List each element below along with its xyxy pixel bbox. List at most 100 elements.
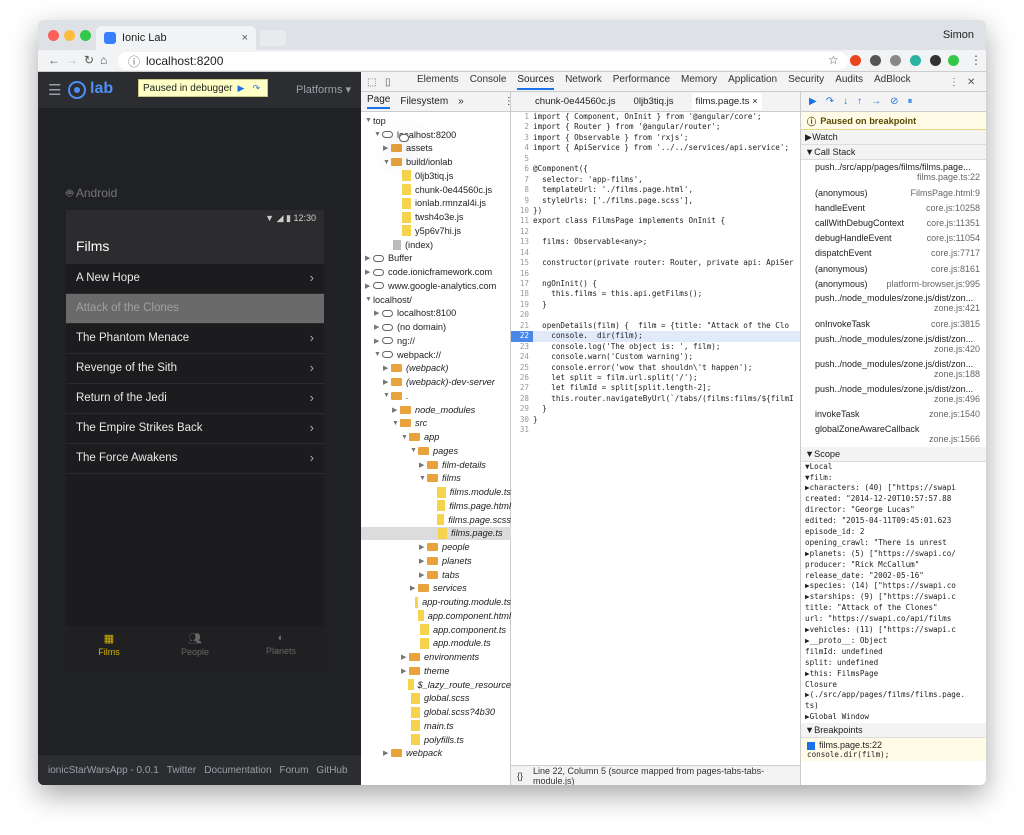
- editor-tab-0ljb3tiq[interactable]: 0ljb3tiq.js: [634, 96, 674, 107]
- expand-arrow-icon[interactable]: ▼: [419, 475, 427, 482]
- code-line[interactable]: 3 import { Observable } from 'rxjs';: [511, 133, 800, 143]
- call-frame[interactable]: push../node_modules/zone.js/dist/zon... z…: [801, 291, 986, 316]
- expand-arrow-icon[interactable]: ▼: [392, 420, 400, 427]
- tab-console[interactable]: Console: [470, 74, 507, 90]
- tab-filesystem[interactable]: Filesystem: [400, 96, 448, 107]
- line-number[interactable]: 5: [511, 154, 533, 164]
- code-line[interactable]: 17 ngOnInit() {: [511, 279, 800, 289]
- scope-line[interactable]: ▶species: (14) ["https://swapi.co: [801, 581, 986, 592]
- line-number[interactable]: 21: [511, 321, 533, 331]
- tab-application[interactable]: Application: [728, 74, 777, 90]
- resume-icon[interactable]: ▶: [238, 83, 248, 93]
- expand-arrow-icon[interactable]: ▶: [419, 557, 427, 565]
- tree-item[interactable]: films.module.ts: [361, 485, 511, 499]
- tree-item[interactable]: ▶ (no domain): [361, 320, 511, 334]
- hamburger-menu-icon[interactable]: ☰: [48, 81, 61, 99]
- resume-icon[interactable]: ▶: [809, 96, 817, 107]
- tree-item[interactable]: ▶ film-details: [361, 458, 511, 472]
- tree-item[interactable]: global.scss: [361, 692, 511, 706]
- code-line[interactable]: 31: [511, 425, 800, 435]
- tree-item[interactable]: ▼ top: [361, 114, 511, 142]
- call-frame[interactable]: invokeTask zone.js:1540: [801, 407, 986, 422]
- expand-arrow-icon[interactable]: ▶: [401, 653, 409, 661]
- extension-icon[interactable]: [890, 55, 901, 66]
- scope-line[interactable]: release_date: "2002-05-16": [801, 571, 986, 582]
- step-icon[interactable]: →: [871, 96, 881, 107]
- minimize-window-button[interactable]: [64, 30, 75, 41]
- call-frame[interactable]: push../node_modules/zone.js/dist/zon... z…: [801, 332, 986, 357]
- expand-arrow-icon[interactable]: ▶: [392, 406, 400, 414]
- home-icon[interactable]: ⌂: [100, 53, 107, 67]
- film-item[interactable]: The Phantom Menace ›: [66, 324, 324, 354]
- tree-item[interactable]: ▼ src: [361, 417, 511, 431]
- call-frame[interactable]: (anonymous) platform-browser.js:995: [801, 276, 986, 291]
- breakpoint-checkbox[interactable]: [807, 741, 815, 750]
- line-number[interactable]: 15: [511, 258, 533, 268]
- tree-item[interactable]: main.ts: [361, 719, 511, 733]
- expand-arrow-icon[interactable]: ▶: [401, 667, 409, 675]
- devtools-menu-icon[interactable]: ⋮: [949, 77, 959, 88]
- devtools-close-icon[interactable]: ✕: [967, 77, 975, 88]
- expand-arrow-icon[interactable]: ▶: [383, 144, 391, 152]
- tree-item[interactable]: ▶ (webpack): [361, 362, 511, 376]
- breakpoint-item[interactable]: films.page.ts:22 console.dir(film);: [801, 738, 986, 762]
- back-arrow-icon[interactable]: ←: [48, 53, 60, 67]
- more-tabs-chevron[interactable]: »: [458, 96, 464, 107]
- profile-name[interactable]: Simon: [943, 29, 974, 41]
- tree-item[interactable]: ▼ app: [361, 430, 511, 444]
- line-number[interactable]: 25: [511, 363, 533, 373]
- expand-arrow-icon[interactable]: ▶: [419, 571, 427, 579]
- forum-link[interactable]: Forum: [280, 765, 309, 776]
- expand-arrow-icon[interactable]: ▶: [383, 749, 391, 757]
- expand-arrow-icon[interactable]: ▶: [365, 254, 373, 262]
- tab-people[interactable]: 👥︎ People: [152, 626, 238, 672]
- call-frame[interactable]: (anonymous) FilmsPage.html:9: [801, 185, 986, 200]
- code-line[interactable]: 24 console.warn('Custom warning');: [511, 352, 800, 362]
- tree-item[interactable]: app-routing.module.ts: [361, 595, 511, 609]
- line-number[interactable]: 7: [511, 175, 533, 185]
- film-item[interactable]: Revenge of the Sith ›: [66, 354, 324, 384]
- step-over-icon[interactable]: ↷: [826, 96, 834, 107]
- tab-performance[interactable]: Performance: [613, 74, 670, 90]
- scope-line[interactable]: title: "Attack of the Clones": [801, 603, 986, 614]
- call-frame[interactable]: debugHandleEvent core.js:11054: [801, 231, 986, 246]
- expand-arrow-icon[interactable]: ▼: [365, 296, 373, 303]
- scope-line[interactable]: producer: "Rick McCallum": [801, 560, 986, 571]
- tree-item[interactable]: chunk-0e44560c.js: [361, 183, 511, 197]
- line-number[interactable]: 1: [511, 112, 533, 122]
- line-number[interactable]: 27: [511, 383, 533, 393]
- code-line[interactable]: 19 }: [511, 300, 800, 310]
- code-line[interactable]: 16: [511, 269, 800, 279]
- tree-item[interactable]: ▶ ng://: [361, 334, 511, 348]
- expand-arrow-icon[interactable]: ▶: [419, 543, 427, 551]
- expand-arrow-icon[interactable]: ▶: [374, 323, 382, 331]
- code-line[interactable]: 7 selector: 'app-films',: [511, 175, 800, 185]
- tree-item[interactable]: ▼ pages: [361, 444, 511, 458]
- code-line[interactable]: 12: [511, 227, 800, 237]
- expand-arrow-icon[interactable]: ▶: [410, 584, 418, 592]
- film-item[interactable]: A New Hope ›: [66, 264, 324, 294]
- new-tab-button[interactable]: [260, 30, 286, 46]
- tree-item[interactable]: app.module.ts: [361, 637, 511, 651]
- tree-item[interactable]: y5p6v7hi.js: [361, 224, 511, 238]
- code-line[interactable]: 22 console. dir(film);: [511, 331, 800, 342]
- scope-line[interactable]: created: "2014-12-20T10:57:57.88: [801, 494, 986, 505]
- code-line[interactable]: 2 import { Router } from '@angular/router…: [511, 122, 800, 132]
- scope-line[interactable]: ▶starships: (9) ["https://swapi.c: [801, 592, 986, 603]
- tab-elements[interactable]: Elements: [417, 74, 459, 90]
- scope-line[interactable]: filmId: undefined: [801, 647, 986, 658]
- tree-item[interactable]: ▶ www.google-analytics.com: [361, 279, 511, 293]
- line-number[interactable]: 22: [511, 331, 533, 342]
- line-number[interactable]: 12: [511, 227, 533, 237]
- extension-circle-icon[interactable]: [910, 55, 921, 66]
- expand-arrow-icon[interactable]: ▶: [374, 309, 382, 317]
- code-line[interactable]: 4 import { ApiService } from '../../servi…: [511, 143, 800, 153]
- watch-section[interactable]: ▶ Watch: [801, 130, 986, 145]
- tab-close-icon[interactable]: ×: [242, 32, 248, 44]
- tree-item[interactable]: app.component.html: [361, 609, 511, 623]
- step-over-icon[interactable]: ↷: [253, 83, 263, 93]
- line-number[interactable]: 16: [511, 269, 533, 279]
- code-line[interactable]: 8 templateUrl: './films.page.html',: [511, 185, 800, 195]
- code-line[interactable]: 25 console.error('wow that shouldn\'t ha…: [511, 363, 800, 373]
- film-item[interactable]: The Force Awakens ›: [66, 444, 324, 474]
